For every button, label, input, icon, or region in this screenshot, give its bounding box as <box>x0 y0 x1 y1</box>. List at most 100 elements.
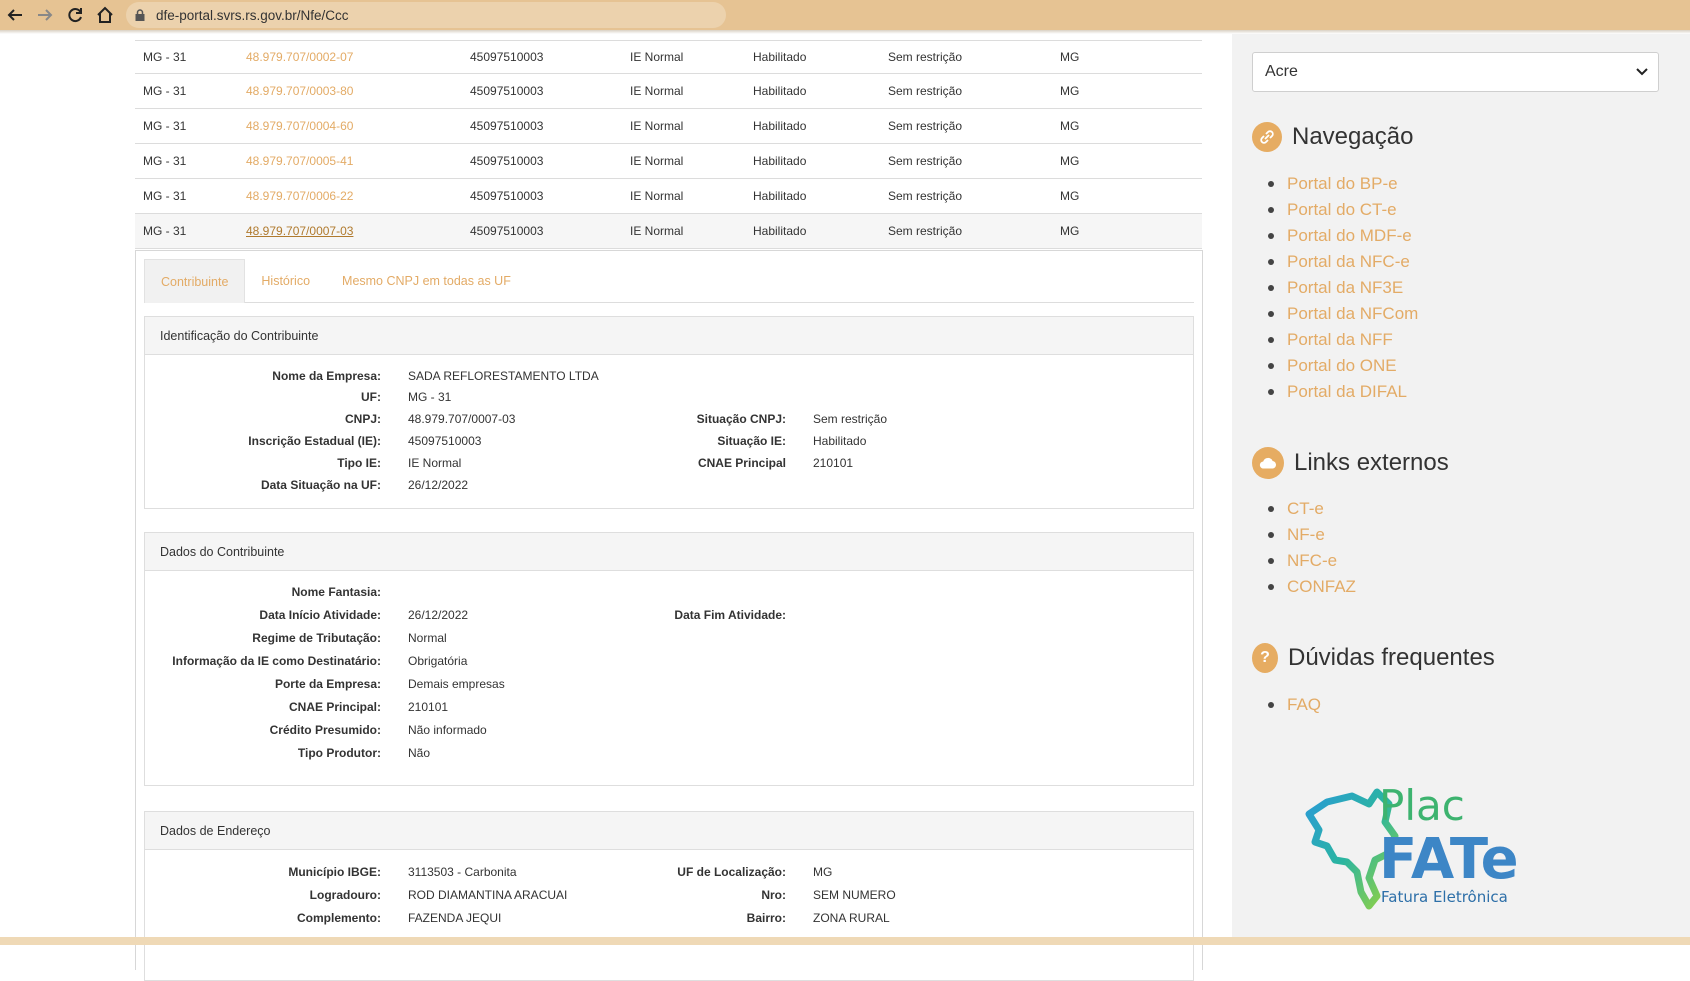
uf-sigla-cell: MG <box>1052 73 1202 109</box>
field-label: Tipo IE: <box>337 456 381 470</box>
table-row: MG - 31 48.979.707/0002-07 45097510003 IE N… <box>135 40 1202 74</box>
nav-item-nf3e[interactable]: Portal da NF3E <box>1287 275 1418 301</box>
field-value: 45097510003 <box>408 434 482 448</box>
logo-text-mid: FATe <box>1379 827 1517 892</box>
arrow-left-icon <box>7 9 22 21</box>
cnpj-link[interactable]: 48.979.707/0002-07 <box>246 50 353 64</box>
field-label: Logradouro: <box>309 888 381 902</box>
field-value: ZONA RURAL <box>813 911 890 925</box>
forward-button[interactable] <box>30 1 60 29</box>
state-select-value: Acre <box>1265 63 1298 80</box>
cnpj-link[interactable]: 48.979.707/0006-22 <box>246 189 353 203</box>
link-item-cte[interactable]: CT-e <box>1287 496 1356 522</box>
uf-cell: MG - 31 <box>135 143 238 179</box>
situacao-cnpj-cell: Sem restrição <box>880 40 1052 74</box>
url-text: dfe-portal.svrs.rs.gov.br/Nfe/Ccc <box>156 7 349 23</box>
nav-item-nfcom[interactable]: Portal da NFCom <box>1287 301 1418 327</box>
situacao-cnpj-cell: Sem restrição <box>880 213 1052 249</box>
field-value: FAZENDA JEQUI <box>408 911 502 925</box>
arrow-right-icon <box>38 9 53 21</box>
ie-cell: 45097510003 <box>462 143 622 179</box>
field-label: Data Fim Atividade: <box>674 608 786 622</box>
reload-button[interactable] <box>60 1 90 29</box>
cnpj-cell: 48.979.707/0002-07 <box>238 40 462 74</box>
field-value: Demais empresas <box>408 677 505 691</box>
cnpj-link[interactable]: 48.979.707/0007-03 <box>246 224 353 238</box>
situacao-ie-cell: Habilitado <box>745 73 880 109</box>
home-button[interactable] <box>90 1 120 29</box>
cnpj-link[interactable]: 48.979.707/0004-60 <box>246 119 353 133</box>
tab-contribuinte[interactable]: Contribuinte <box>144 259 246 303</box>
lock-icon <box>135 9 145 21</box>
faq-item[interactable]: FAQ <box>1287 692 1321 718</box>
link-item-nfce[interactable]: NFC-e <box>1287 548 1356 574</box>
tipo-ie-cell: IE Normal <box>622 213 745 249</box>
nav-item-nfce[interactable]: Portal da NFC-e <box>1287 249 1418 275</box>
reload-icon <box>68 8 82 23</box>
cnpj-link[interactable]: 48.979.707/0005-41 <box>246 154 353 168</box>
address-bar[interactable]: dfe-portal.svrs.rs.gov.br/Nfe/Ccc <box>126 2 726 28</box>
faq-title: Dúvidas frequentes <box>1288 644 1495 671</box>
browser-toolbar: dfe-portal.svrs.rs.gov.br/Nfe/Ccc <box>0 0 1690 30</box>
logo-text-bottom: Fatura Eletrônica <box>1381 888 1508 906</box>
section-endereco: Dados de Endereço Município IBGE: 311350… <box>144 811 1194 981</box>
ie-cell: 45097510003 <box>462 108 622 144</box>
cnpj-link[interactable]: 48.979.707/0003-80 <box>246 84 353 98</box>
field-value: Obrigatória <box>408 654 468 668</box>
logo-text-top: Plac <box>1379 781 1465 830</box>
field-value: Não <box>408 746 431 760</box>
field-label: Regime de Tributação: <box>252 631 381 645</box>
field-label: Município IBGE: <box>288 865 381 879</box>
table-row: MG - 31 48.979.707/0006-22 45097510003 IE N… <box>135 178 1202 214</box>
tab-historico[interactable]: Histórico <box>245 259 326 303</box>
table-row: MG - 31 48.979.707/0003-80 45097510003 IE N… <box>135 73 1202 109</box>
section-title: Dados de Endereço <box>145 812 1193 850</box>
placfate-logo: Plac FATe Fatura Eletrônica <box>1297 774 1519 914</box>
nav-item-difal[interactable]: Portal da DIFAL <box>1287 379 1418 405</box>
uf-sigla-cell: MG <box>1052 40 1202 74</box>
field-value: Não informado <box>408 723 487 737</box>
situacao-ie-cell: Habilitado <box>745 108 880 144</box>
links-heading: Links externos <box>1252 447 1449 479</box>
field-value: SADA REFLORESTAMENTO LTDA <box>408 369 599 383</box>
field-label: CNAE Principal <box>697 456 786 470</box>
field-value: 26/12/2022 <box>408 478 469 492</box>
nav-item-mdfe[interactable]: Portal do MDF-e <box>1287 223 1418 249</box>
state-select[interactable]: Acre <box>1252 52 1659 92</box>
ie-cell: 45097510003 <box>462 73 622 109</box>
cnpj-cell: 48.979.707/0004-60 <box>238 108 462 144</box>
link-icon <box>1252 122 1282 152</box>
link-item-nfe[interactable]: NF-e <box>1287 522 1356 548</box>
situacao-cnpj-cell: Sem restrição <box>880 178 1052 214</box>
field-label: CNAE Principal: <box>288 700 381 714</box>
nav-item-bpe[interactable]: Portal do BP-e <box>1287 171 1418 197</box>
chevron-down-icon <box>1636 68 1648 76</box>
nav-item-cte[interactable]: Portal do CT-e <box>1287 197 1418 223</box>
link-item-confaz[interactable]: CONFAZ <box>1287 574 1356 600</box>
nav-item-nff[interactable]: Portal da NFF <box>1287 327 1418 353</box>
field-label: Bairro: <box>746 911 786 925</box>
field-value: 210101 <box>813 456 854 470</box>
situacao-ie-cell: Habilitado <box>745 143 880 179</box>
uf-sigla-cell: MG <box>1052 143 1202 179</box>
field-label: CNPJ: <box>344 412 381 426</box>
tab-mesmo-cnpj[interactable]: Mesmo CNPJ em todas as UF <box>326 259 527 303</box>
field-label: Informação da IE como Destinatário: <box>172 654 381 668</box>
home-icon <box>97 6 113 23</box>
sidebar: Acre Navegação Portal do BP-e Portal do … <box>1232 34 1690 945</box>
uf-cell: MG - 31 <box>135 40 238 74</box>
ie-cell: 45097510003 <box>462 178 622 214</box>
ie-cell: 45097510003 <box>462 213 622 249</box>
links-title: Links externos <box>1294 449 1449 476</box>
nav-item-one[interactable]: Portal do ONE <box>1287 353 1418 379</box>
uf-cell: MG - 31 <box>135 73 238 109</box>
tipo-ie-cell: IE Normal <box>622 73 745 109</box>
cnpj-cell: 48.979.707/0007-03 <box>238 213 462 249</box>
section-title: Dados do Contribuinte <box>145 533 1193 571</box>
back-button[interactable] <box>0 1 30 29</box>
uf-sigla-cell: MG <box>1052 213 1202 249</box>
field-value: MG - 31 <box>408 390 452 404</box>
field-label: Complemento: <box>297 911 381 925</box>
field-value: ROD DIAMANTINA ARACUAI <box>408 888 568 902</box>
uf-sigla-cell: MG <box>1052 108 1202 144</box>
